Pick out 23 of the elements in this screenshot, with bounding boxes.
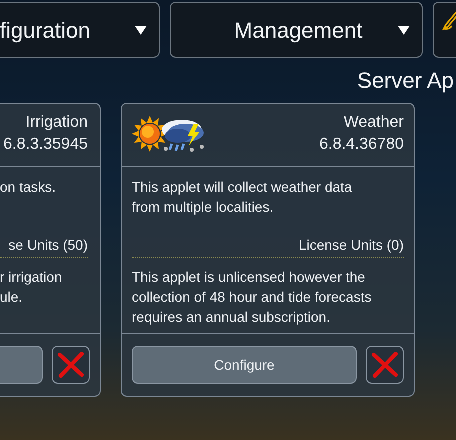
license-note: This applet is unlicensed however the collection of 48 hour and tide forecasts requires an annual subscription. [132, 268, 373, 327]
caret-icon [135, 26, 147, 34]
license-units: License Units (0) [132, 235, 404, 258]
menu-dropdown[interactable]: Management [170, 2, 423, 58]
configure-button[interactable]: Configure [132, 346, 357, 384]
caret-icon [398, 26, 410, 34]
pen-icon [442, 11, 456, 31]
page-title: Server Ap [357, 66, 454, 95]
remove-button[interactable] [366, 346, 404, 384]
license-units: se Units (50) [0, 235, 88, 258]
configure-button[interactable] [0, 346, 44, 384]
close-icon [57, 352, 86, 378]
applet-description: This applet will collect weather data from multiple localities. [132, 178, 354, 217]
applet-version: 6.8.4.36780 [319, 135, 404, 155]
applet-description: on tasks. [0, 178, 58, 197]
license-note: r irrigation [0, 268, 64, 287]
license-note: ule. [0, 288, 24, 307]
applet-name: Weather [344, 113, 404, 133]
close-icon [371, 352, 399, 378]
menu-dropdown[interactable]: figuration [0, 2, 160, 58]
applet-name: Irrigation [26, 113, 88, 133]
remove-button[interactable] [52, 346, 90, 384]
applet-version: 6.8.3.35945 [3, 135, 88, 155]
